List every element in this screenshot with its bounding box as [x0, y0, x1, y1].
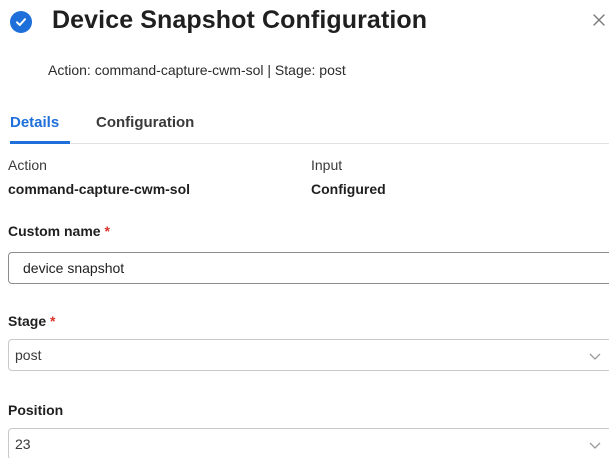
input-value: Configured	[311, 181, 386, 197]
position-label: Position	[8, 402, 64, 418]
stage-value: post	[15, 347, 42, 363]
close-icon[interactable]	[593, 12, 609, 28]
action-value: command-capture-cwm-sol	[8, 181, 191, 197]
position-value: 23	[15, 436, 31, 452]
tab-details[interactable]: Details	[10, 114, 59, 131]
page-title: Device Snapshot Configuration	[52, 6, 428, 34]
check-circle-icon	[10, 11, 32, 33]
chevron-down-icon	[588, 349, 602, 363]
stage-label: Stage *	[8, 313, 56, 329]
action-stage-subtitle: Action: command-capture-cwm-sol | Stage:…	[48, 62, 346, 78]
input-label: Input	[311, 157, 343, 173]
custom-name-label: Custom name *	[8, 223, 110, 239]
active-tab-indicator	[10, 141, 70, 144]
dialog-header: Device Snapshot Configuration	[10, 6, 609, 42]
position-select[interactable]: 23	[8, 428, 609, 458]
required-mark: *	[50, 313, 56, 329]
required-mark: *	[104, 223, 110, 239]
action-label: Action	[8, 157, 47, 173]
custom-name-input[interactable]: device snapshot	[8, 252, 609, 284]
stage-select[interactable]: post	[8, 339, 609, 371]
tab-bar: Details Configuration	[10, 106, 609, 144]
chevron-down-icon	[588, 438, 602, 452]
tab-configuration[interactable]: Configuration	[96, 114, 194, 131]
custom-name-value: device snapshot	[23, 260, 125, 276]
